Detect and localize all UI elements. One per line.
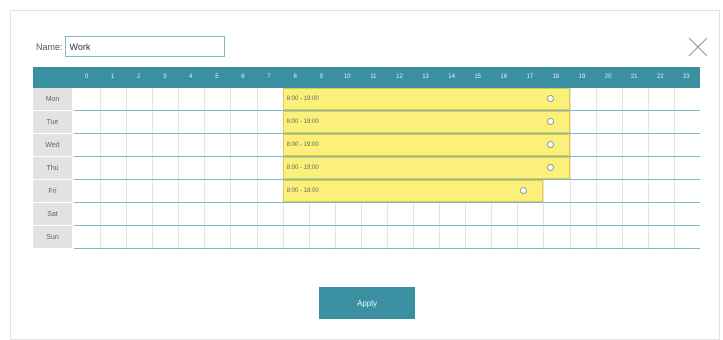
hour-label: 6 — [241, 74, 245, 80]
day-label: Thu — [33, 157, 72, 180]
schedule-block-label: 8:00 - 18:00 — [286, 188, 319, 194]
day-label: Mon — [33, 88, 72, 111]
name-label: Name: — [36, 41, 63, 52]
hour-label: 22 — [656, 74, 664, 80]
hour-label: 21 — [630, 74, 638, 80]
grid-hline — [74, 225, 700, 226]
resize-handle-icon[interactable] — [546, 118, 554, 125]
hour-label: 15 — [474, 74, 482, 80]
hour-label: 18 — [552, 74, 560, 80]
schedule-cells[interactable]: 8:00 - 19:00 8:00 - 19:00 8:00 - 19:00 8:00… — [74, 88, 700, 250]
resize-handle-icon[interactable] — [520, 187, 528, 194]
apply-button[interactable]: Apply — [319, 287, 415, 319]
resize-handle-icon[interactable] — [546, 95, 554, 102]
day-label: Tue — [33, 111, 72, 134]
hour-label: 13 — [422, 74, 429, 80]
close-icon — [688, 37, 708, 57]
day-label: Fri — [33, 180, 72, 203]
hour-label: 3 — [163, 74, 167, 80]
schedule-block[interactable]: 8:00 - 19:00 — [282, 157, 570, 179]
resize-handle-icon[interactable] — [546, 164, 554, 171]
schedule-block-label: 8:00 - 19:00 — [286, 119, 319, 125]
schedule-block[interactable]: 8:00 - 19:00 — [282, 88, 570, 110]
hour-header: 0 1 2 3 4 5 6 7 8 9 10 11 12 13 14 15 16 17 18 19 20 21 22 23 — [33, 67, 700, 88]
hour-label: 1 — [110, 74, 115, 80]
name-row: Name: — [36, 36, 225, 57]
hour-label: 23 — [682, 74, 690, 80]
hour-label: 12 — [396, 74, 403, 80]
schedule-block-label: 8:00 - 19:00 — [286, 142, 319, 148]
hour-label: 16 — [500, 74, 508, 80]
grid-hline — [74, 248, 700, 249]
day-label: Sat — [33, 203, 72, 226]
schedule-block[interactable]: 8:00 - 19:00 — [282, 134, 570, 156]
hour-label: 2 — [136, 74, 141, 80]
schedule-block[interactable]: 8:00 - 18:00 — [282, 180, 544, 202]
hour-label: 5 — [215, 74, 219, 80]
day-label: Wed — [33, 134, 72, 157]
day-label: Sun — [33, 226, 72, 249]
hour-label: 17 — [526, 74, 534, 80]
schedule-block-label: 8:00 - 19:00 — [286, 96, 319, 102]
hour-label: 10 — [343, 74, 351, 80]
schedule-block-label: 8:00 - 19:00 — [286, 165, 319, 171]
hour-label: 20 — [604, 74, 612, 80]
schedule-block[interactable]: 8:00 - 19:00 — [282, 111, 570, 133]
hour-label: 0 — [84, 74, 89, 80]
name-input[interactable] — [64, 36, 225, 57]
hour-label: 9 — [319, 74, 323, 80]
hour-label: 8 — [293, 74, 297, 80]
close-button[interactable] — [687, 36, 709, 58]
grid-hline — [74, 202, 700, 203]
hour-label: 11 — [370, 74, 377, 80]
hour-label: 14 — [448, 74, 455, 80]
hour-label: 7 — [267, 74, 271, 80]
hour-label: 19 — [578, 74, 586, 80]
resize-handle-icon[interactable] — [546, 141, 554, 148]
hour-label: 4 — [189, 74, 193, 80]
